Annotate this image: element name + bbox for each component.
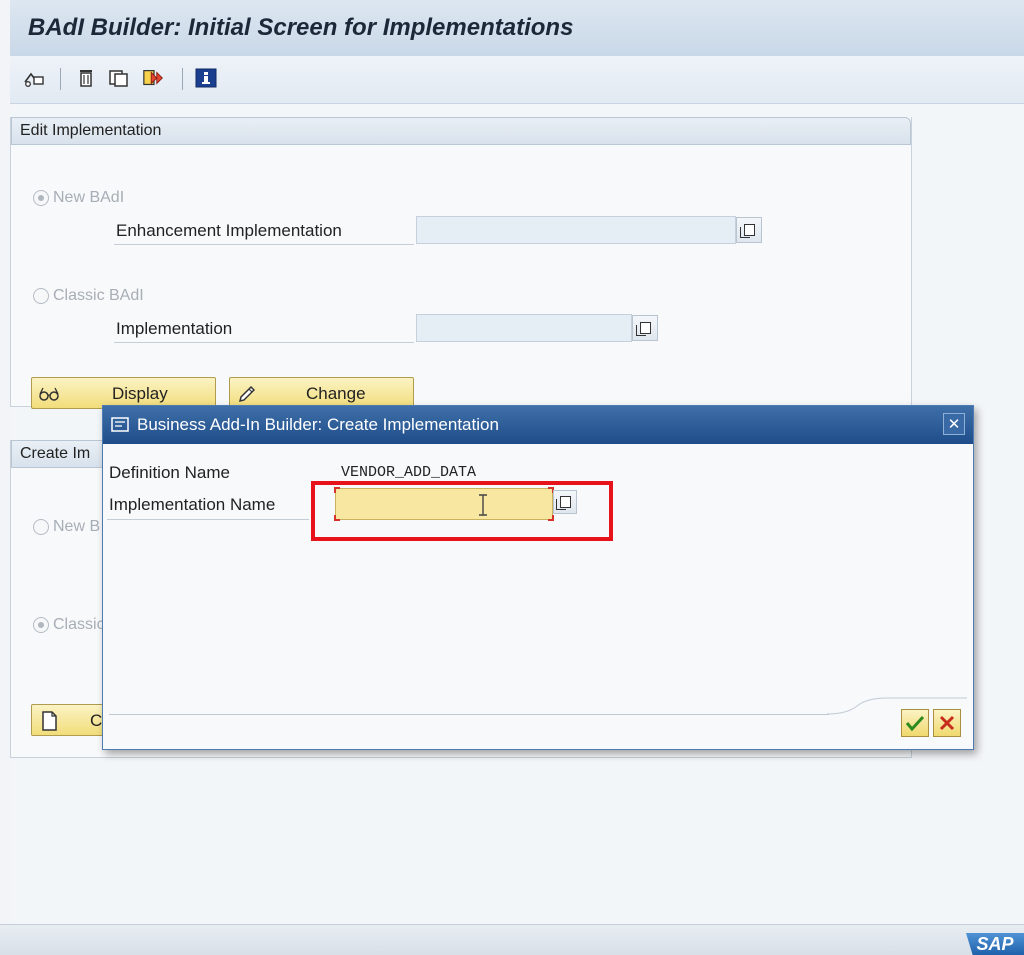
radio-label: Classic (53, 616, 105, 633)
close-icon[interactable]: ✕ (943, 413, 965, 435)
value-help-icon[interactable] (736, 217, 762, 243)
radio-label: New BAdI (53, 189, 125, 206)
classic-badi-radio-row[interactable]: Classic (33, 616, 105, 634)
toolbar-separator (60, 68, 61, 90)
toolbar-separator (182, 68, 183, 90)
glasses-icon (39, 387, 59, 401)
dialog-window-icon (111, 417, 129, 432)
button-label: Change (306, 384, 366, 403)
copy-icon[interactable] (107, 66, 131, 90)
info-icon[interactable] (194, 66, 218, 90)
new-badi-radio-row[interactable]: New BAdI (33, 189, 124, 207)
status-bar: SAP (0, 924, 1024, 955)
enhancement-implementation-label: Enhancement Implementation (116, 221, 342, 240)
title-bar: BAdI Builder: Initial Screen for Impleme… (10, 0, 1024, 56)
value-help-icon[interactable] (632, 315, 658, 341)
new-document-icon (42, 711, 57, 731)
dialog-title: Business Add-In Builder: Create Implemen… (137, 415, 499, 434)
pencil-icon (238, 385, 256, 403)
checkmark-icon[interactable] (901, 709, 929, 737)
highlight-annotation (311, 481, 613, 541)
where-used-icon[interactable] (142, 66, 166, 90)
group-header: Edit Implementation (11, 117, 911, 145)
radio-label: Classic BAdI (53, 287, 144, 304)
radio-label: New B (53, 518, 101, 535)
field-underline (107, 519, 309, 520)
group-title: Create Im (20, 445, 91, 462)
definition-name-value: VENDOR_ADD_DATA (341, 464, 477, 481)
cancel-x-icon[interactable] (933, 709, 961, 737)
group-title: Edit Implementation (20, 122, 162, 139)
delete-icon[interactable] (74, 66, 98, 90)
implementation-input[interactable] (416, 314, 632, 342)
dialog-separator (109, 714, 829, 715)
field-underline (114, 244, 414, 245)
button-label: Display (112, 384, 168, 403)
field-underline (114, 342, 414, 343)
implementation-label: Implementation (116, 319, 233, 338)
create-implementation-dialog: Business Add-In Builder: Create Implemen… (102, 405, 974, 750)
classic-badi-radio-row[interactable]: Classic BAdI (33, 287, 144, 305)
new-badi-radio-row[interactable]: New B (33, 518, 100, 536)
enhancement-implementation-input[interactable] (416, 216, 736, 244)
implementation-name-label: Implementation Name (109, 495, 276, 514)
sap-logo: SAP (966, 933, 1024, 955)
radio-button[interactable] (33, 519, 49, 535)
radio-button[interactable] (33, 190, 49, 206)
button-label: C (90, 711, 103, 730)
application-toolbar (10, 56, 1024, 104)
definition-name-label: Definition Name (109, 463, 230, 482)
dialog-title-bar: Business Add-In Builder: Create Implemen… (103, 406, 973, 444)
radio-button[interactable] (33, 288, 49, 304)
page-title: BAdI Builder: Initial Screen for Impleme… (28, 14, 574, 41)
edit-implementation-group: Edit Implementation New BAdI Enhancement… (10, 117, 912, 409)
other-object-icon[interactable] (22, 66, 46, 90)
radio-button[interactable] (33, 617, 49, 633)
